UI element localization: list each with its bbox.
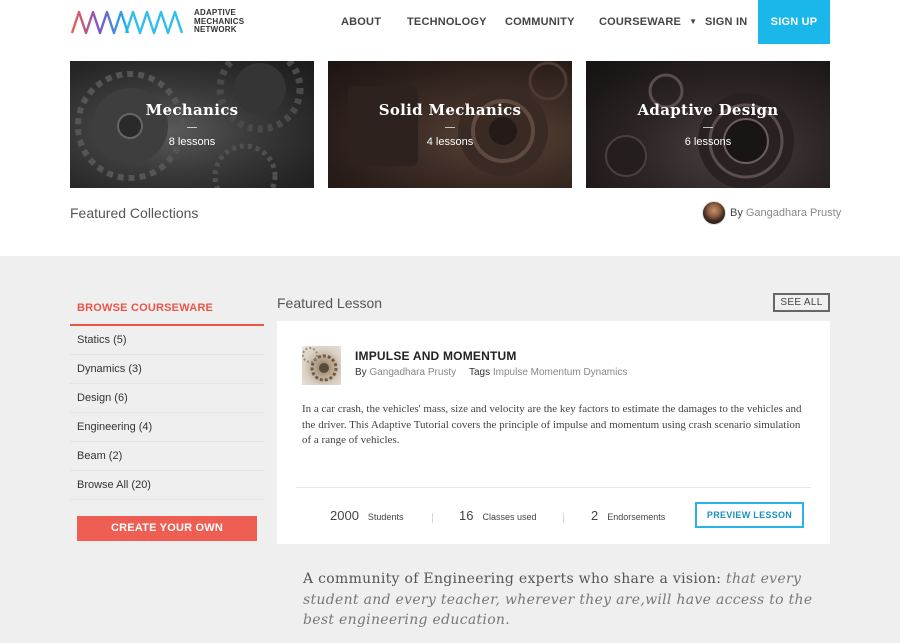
collection-title: Solid Mechanics [378, 101, 522, 119]
collection-title: Adaptive Design [637, 101, 779, 119]
sign-up-button[interactable]: SIGN UP [758, 0, 830, 44]
site-header: ADAPTIVE MECHANICS NETWORK ABOUT TECHNOL… [0, 0, 900, 44]
stat-endorsements: 2 Endorsements [591, 508, 665, 523]
engine-image [348, 61, 568, 176]
nav-courseware-label: COURSEWARE [599, 16, 682, 28]
nav-technology[interactable]: TECHNOLOGY [407, 0, 487, 44]
gears-image [75, 61, 304, 188]
stat-students: 2000 Students [330, 508, 403, 523]
collection-divider [187, 127, 197, 128]
collection-lesson-count: 4 lessons [426, 136, 474, 148]
caret-down-icon: ▼ [689, 17, 698, 26]
sidebar-item-design[interactable]: Design (6) [70, 384, 264, 413]
see-all-button[interactable]: SEE ALL [773, 293, 830, 312]
stat-value: 2000 [330, 508, 359, 523]
card-divider [296, 487, 811, 488]
stat-label: Classes used [482, 512, 537, 522]
create-your-own-button[interactable]: CREATE YOUR OWN [77, 516, 257, 541]
featured-lesson-card: IMPULSE AND MOMENTUM By Gangadhara Prust… [277, 321, 830, 544]
courseware-section: BROWSE COURSEWARE Statics (5) Dynamics (… [0, 256, 900, 643]
logo[interactable]: ADAPTIVE MECHANICS NETWORK [70, 8, 244, 36]
sidebar-title: BROWSE COURSEWARE [70, 296, 264, 326]
lesson-tags[interactable]: Impulse Momentum Dynamics [493, 367, 627, 378]
lesson-author[interactable]: Gangadhara Prusty [369, 367, 456, 378]
logo-wave-icon [70, 10, 184, 35]
lesson-title[interactable]: IMPULSE AND MOMENTUM [355, 349, 517, 363]
featured-collections-heading: Featured Collections [70, 205, 199, 221]
author-name: Gangadhara Prusty [745, 207, 842, 219]
lesson-meta: By Gangadhara Prusty Tags Impulse Moment… [355, 367, 627, 378]
stat-separator [432, 513, 433, 523]
sidebar-item-browse-all[interactable]: Browse All (20) [70, 471, 264, 500]
stat-label: Students [367, 512, 404, 522]
collection-card-solid-mechanics[interactable]: Solid Mechanics 4 lessons [328, 61, 572, 188]
sidebar-item-engineering[interactable]: Engineering (4) [70, 413, 264, 442]
collection-lesson-count: 6 lessons [684, 136, 732, 148]
browse-courseware-sidebar: BROWSE COURSEWARE Statics (5) Dynamics (… [70, 296, 264, 541]
collections-author[interactable]: By Gangadhara Prusty [702, 200, 841, 226]
logo-text: ADAPTIVE MECHANICS NETWORK [194, 9, 244, 35]
mission-statement: A community of Engineering experts who s… [303, 569, 823, 631]
mission-text: A community of Engineering experts who s… [303, 571, 722, 587]
gear-icon [302, 347, 338, 382]
nav-sign-in[interactable]: SIGN IN [705, 0, 747, 44]
nav-about[interactable]: ABOUT [341, 0, 381, 44]
stat-value: 16 [459, 508, 474, 523]
logo-line-3: NETWORK [194, 25, 237, 35]
stat-label: Endorsements [607, 512, 666, 522]
collection-lesson-count: 8 lessons [168, 136, 216, 148]
stat-value: 2 [591, 508, 599, 523]
by-label: By [355, 367, 367, 378]
sidebar-item-dynamics[interactable]: Dynamics (3) [70, 355, 264, 384]
collection-divider [445, 127, 455, 128]
nav-courseware[interactable]: COURSEWARE ▼ [599, 0, 697, 44]
stat-separator [563, 513, 564, 523]
collection-divider [703, 127, 713, 128]
avatar [702, 201, 726, 225]
preview-lesson-button[interactable]: PREVIEW LESSON [695, 502, 804, 528]
nav-community[interactable]: COMMUNITY [505, 0, 575, 44]
stat-classes-used: 16 Classes used [459, 508, 537, 523]
sidebar-item-beam[interactable]: Beam (2) [70, 442, 264, 471]
lesson-description: In a car crash, the vehicles' mass, size… [302, 403, 802, 446]
collection-card-adaptive-design[interactable]: Adaptive Design 6 lessons [586, 61, 830, 188]
tags-label: Tags [468, 367, 491, 378]
by-label: By [730, 207, 743, 219]
camera-image [605, 73, 794, 188]
sidebar-item-statics[interactable]: Statics (5) [70, 326, 264, 355]
collection-title: Mechanics [145, 101, 239, 119]
lesson-thumbnail[interactable] [302, 346, 341, 385]
featured-lesson-heading: Featured Lesson [277, 295, 383, 311]
collection-card-mechanics[interactable]: Mechanics 8 lessons [70, 61, 314, 188]
